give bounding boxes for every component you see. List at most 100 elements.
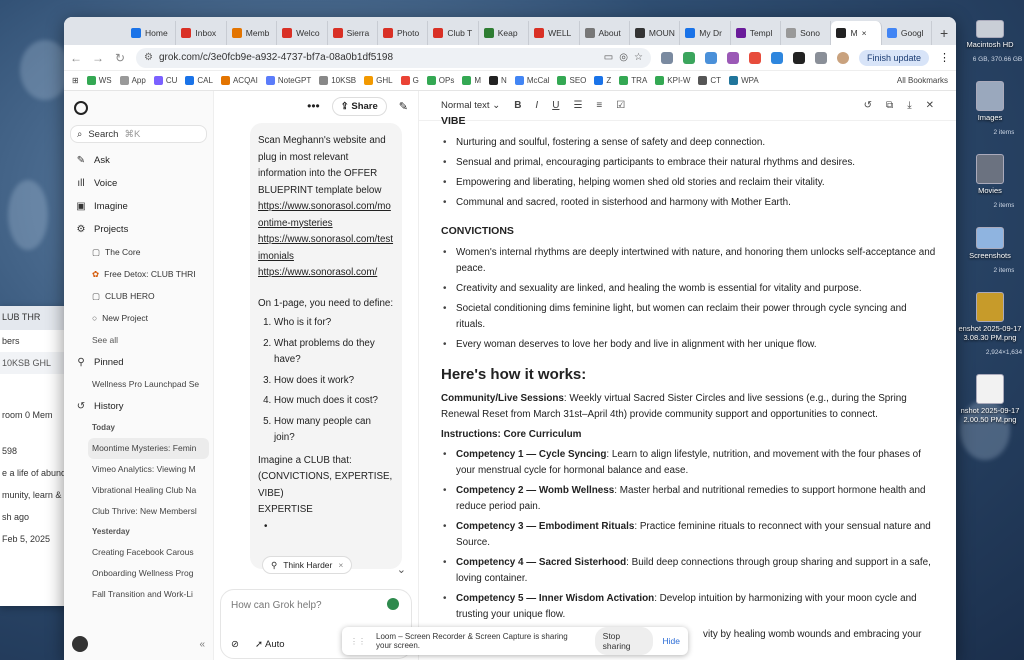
close-tab-icon[interactable]: × [862, 28, 867, 38]
bookmark-item[interactable]: WS [86, 76, 112, 85]
browser-tab[interactable]: Club T [428, 21, 479, 45]
extension-icon[interactable] [660, 51, 673, 64]
browser-tab[interactable]: Welco [277, 21, 328, 45]
browser-tab[interactable]: Memb [227, 21, 278, 45]
bookmark-item[interactable]: CAL [185, 76, 213, 85]
numbered-list-icon[interactable]: ≡ [596, 100, 602, 111]
cast-icon[interactable]: ▭ [604, 52, 613, 63]
browser-tab[interactable]: Googl [882, 21, 933, 45]
browser-tab[interactable]: Sono [781, 21, 832, 45]
puzzle-icon[interactable] [814, 51, 827, 64]
history-item[interactable]: Moontime Mysteries: Femin [88, 438, 209, 459]
desktop-icon-images[interactable]: Images 2 items [956, 81, 1024, 144]
think-harder-chip[interactable]: ⚲ Think Harder × [262, 556, 353, 574]
sidebar-item-imagine[interactable]: ▣ Imagine [64, 195, 213, 218]
user-avatar[interactable] [72, 636, 88, 652]
extension-icon[interactable] [770, 51, 783, 64]
bg-tab[interactable]: LUB THR [0, 306, 72, 330]
project-item[interactable]: ✿ Free Detox: CLUB THRI [64, 263, 213, 285]
copy-icon[interactable]: ⧉ [886, 100, 893, 111]
bookmark-item[interactable]: M [462, 76, 481, 85]
attach-icon[interactable]: ⊘ [231, 639, 239, 650]
sidebar-item-voice[interactable]: ıll Voice [64, 172, 213, 195]
browser-tab[interactable]: About [580, 21, 630, 45]
back-icon[interactable]: ← [70, 51, 82, 65]
bookmark-item[interactable]: App [119, 76, 146, 85]
bookmark-item[interactable]: CT [698, 76, 721, 85]
browser-tab[interactable]: Keap [479, 21, 530, 45]
bookmark-item[interactable]: WPA [729, 76, 759, 85]
collapse-sidebar-icon[interactable]: « [199, 639, 205, 650]
bookmark-item[interactable]: ACQAI [220, 76, 258, 85]
extension-icon[interactable] [726, 51, 739, 64]
message-link[interactable]: https://www.sonorasol.com/ [258, 265, 394, 282]
bookmark-item[interactable]: KPI-W [655, 76, 690, 85]
profile-avatar[interactable] [836, 51, 849, 64]
drag-handle-icon[interactable]: ⋮⋮ [350, 637, 366, 646]
background-browser-window[interactable]: LUB THR bers 10KSB GHL room 0 Mem 598 e … [0, 306, 72, 606]
sidebar-item-ask[interactable]: ✎ Ask [64, 149, 213, 172]
new-tab-button[interactable]: + [932, 21, 956, 45]
reload-icon[interactable]: ↻ [114, 51, 126, 65]
italic-button[interactable]: I [535, 100, 538, 111]
grammarly-icon[interactable] [387, 598, 399, 610]
see-all-link[interactable]: See all [64, 329, 213, 351]
hide-button[interactable]: Hide [663, 636, 680, 646]
bookmark-item[interactable]: OPs [426, 76, 454, 85]
all-bookmarks-button[interactable]: All Bookmarks [897, 76, 948, 85]
more-vert-icon[interactable]: ⋮ [939, 51, 950, 64]
edit-icon[interactable]: ✎ [399, 100, 408, 113]
underline-button[interactable]: U [552, 100, 559, 111]
document-content[interactable]: VIBE Nurturing and soulful, fostering a … [441, 115, 936, 647]
pinned-item[interactable]: Wellness Pro Launchpad Se [64, 374, 213, 395]
history-item[interactable]: Vimeo Analytics: Viewing M [64, 459, 213, 480]
project-item[interactable]: ▢ The Core [64, 241, 213, 263]
bookmark-item[interactable]: McCal [514, 76, 549, 85]
desktop-icon-screenshot-2[interactable]: nshot 2025-09-17 2.00.50 PM.png [956, 374, 1024, 424]
project-item[interactable]: ▢ CLUB HERO [64, 285, 213, 307]
sidebar-item-projects[interactable]: ⚙ Projects [64, 218, 213, 241]
text-style-select[interactable]: Normal text ⌄ [441, 100, 500, 111]
history-item[interactable]: Onboarding Wellness Prog [64, 563, 213, 584]
extension-icon[interactable] [682, 51, 695, 64]
browser-tab[interactable]: My Dr [680, 21, 731, 45]
download-icon[interactable]: ⤓ [907, 100, 911, 111]
eye-off-icon[interactable]: ◎ [619, 52, 628, 63]
desktop-icon-screenshot-1[interactable]: enshot 2025-09-17 3.08.30 PM.png 2,924×1… [956, 292, 1024, 364]
close-icon[interactable]: × [338, 560, 343, 570]
bookmark-item[interactable]: SEO [557, 76, 586, 85]
extension-icon[interactable] [748, 51, 761, 64]
model-select[interactable]: ➚ Auto [255, 639, 285, 650]
browser-tab[interactable]: Inbox [176, 21, 227, 45]
sidebar-item-history[interactable]: ↺ History [64, 395, 213, 418]
extension-icon[interactable] [792, 51, 805, 64]
extension-icon[interactable] [704, 51, 717, 64]
bookmark-item[interactable]: N [489, 76, 507, 85]
desktop-icon-movies[interactable]: Movies 2 items [956, 154, 1024, 217]
forward-icon[interactable]: → [92, 51, 104, 65]
bookmark-item[interactable]: G [400, 76, 419, 85]
history-item[interactable]: Creating Facebook Carous [64, 542, 213, 563]
history-item[interactable]: Fall Transition and Work-Li [64, 584, 213, 605]
bookmark-item[interactable]: 10KSB [319, 76, 356, 85]
site-info-icon[interactable]: ⚙ [144, 52, 153, 63]
history-item[interactable]: Club Thrive: New Membersl [64, 501, 213, 522]
star-icon[interactable]: ☆ [634, 52, 643, 63]
more-horizontal-icon[interactable]: ••• [307, 99, 320, 113]
finish-update-button[interactable]: Finish update [858, 49, 929, 66]
close-icon[interactable]: ✕ [926, 100, 934, 111]
browser-tab[interactable]: Home [126, 21, 177, 45]
grok-logo-icon[interactable] [74, 101, 88, 115]
history-item[interactable]: Vibrational Healing Club Na [64, 480, 213, 501]
chevron-down-icon[interactable]: ⌄ [397, 563, 406, 576]
url-field[interactable]: ⚙ grok.com/c/3e0fcb9e-a932-4737-bf7a-08a… [136, 47, 651, 68]
message-link[interactable]: https://www.sonorasol.com/testimonials [258, 232, 394, 265]
bookmark-item[interactable]: NoteGPT [265, 76, 311, 85]
stop-sharing-button[interactable]: Stop sharing [594, 627, 653, 655]
project-item[interactable]: ○ New Project [64, 307, 213, 329]
share-button[interactable]: ⇪ Share [331, 96, 387, 116]
browser-tab[interactable]: Sierra [328, 21, 378, 45]
desktop-icon-macintosh-hd[interactable]: Macintosh HD 6 GB, 370.66 GB free [956, 20, 1024, 71]
bookmark-item[interactable]: CU [153, 76, 177, 85]
browser-tab[interactable]: M × [831, 21, 882, 45]
